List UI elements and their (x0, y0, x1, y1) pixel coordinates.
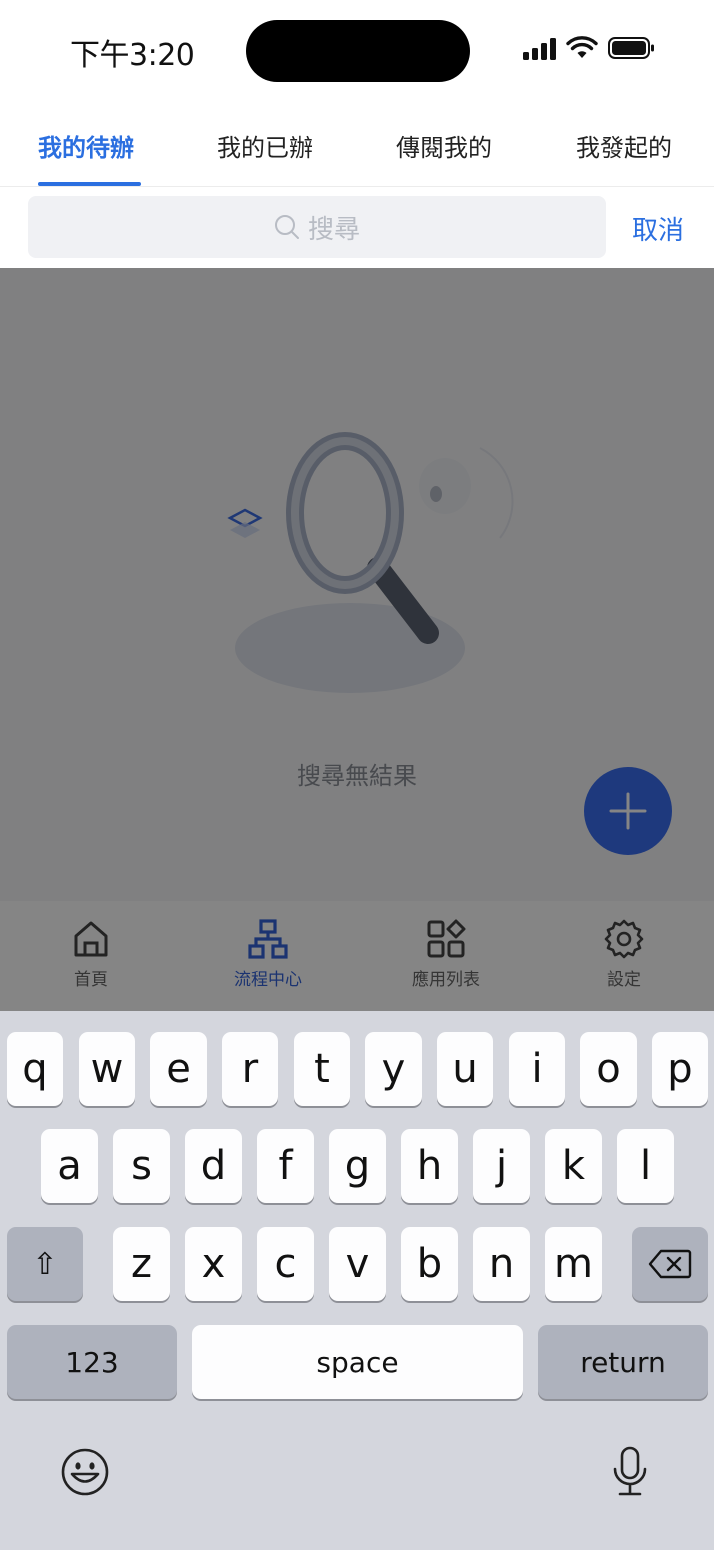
key-c[interactable]: c (257, 1227, 314, 1301)
key-q[interactable]: q (7, 1032, 63, 1106)
key-t[interactable]: t (294, 1032, 350, 1106)
settings-icon (604, 919, 644, 959)
key-n[interactable]: n (473, 1227, 530, 1301)
add-button[interactable] (584, 767, 672, 855)
nav-item-settings[interactable]: 設定 (554, 919, 694, 990)
key-s[interactable]: s (113, 1129, 170, 1203)
cancel-button[interactable]: 取消 (632, 210, 684, 247)
key-z[interactable]: z (113, 1227, 170, 1301)
microphone-icon[interactable] (610, 1445, 650, 1499)
backspace-icon (648, 1249, 692, 1279)
key-u[interactable]: u (437, 1032, 493, 1106)
key-g[interactable]: g (329, 1129, 386, 1203)
nav-label-home: 首頁 (74, 970, 108, 990)
tab-my-done[interactable]: 我的已辦 (217, 128, 313, 163)
key-w[interactable]: w (79, 1032, 135, 1106)
emoji-icon[interactable] (60, 1447, 110, 1497)
key-f[interactable]: f (257, 1129, 314, 1203)
nav-item-apps[interactable]: 應用列表 (376, 919, 516, 990)
tab-bar: 我的待辦 我的已辦 傳閱我的 我發起的 (0, 100, 714, 187)
dynamic-island (246, 20, 470, 82)
return-key[interactable]: return (538, 1325, 708, 1399)
apps-icon (427, 919, 466, 958)
key-d[interactable]: d (185, 1129, 242, 1203)
tab-initiated-by-me[interactable]: 我發起的 (576, 128, 672, 163)
key-x[interactable]: x (185, 1227, 242, 1301)
active-tab-indicator (38, 182, 141, 186)
battery-icon (608, 37, 654, 59)
key-e[interactable]: e (150, 1032, 207, 1106)
space-key[interactable]: space (192, 1325, 523, 1399)
tab-circulated-to-me[interactable]: 傳閱我的 (396, 128, 492, 163)
key-k[interactable]: k (545, 1129, 602, 1203)
search-bar: 搜尋 取消 (0, 188, 714, 268)
status-bar: 下午3:20 (0, 0, 714, 100)
key-r[interactable]: r (222, 1032, 278, 1106)
nav-label-apps: 應用列表 (412, 970, 480, 990)
wifi-icon (566, 36, 598, 58)
key-l[interactable]: l (617, 1129, 674, 1203)
no-results-illustration (227, 432, 514, 693)
key-o[interactable]: o (580, 1032, 637, 1106)
status-icons (523, 36, 656, 60)
key-y[interactable]: y (365, 1032, 422, 1106)
key-h[interactable]: h (401, 1129, 458, 1203)
search-placeholder: 搜尋 (307, 214, 360, 245)
key-p[interactable]: p (652, 1032, 708, 1106)
key-a[interactable]: a (41, 1129, 98, 1203)
search-icon (274, 215, 299, 239)
home-icon (74, 921, 108, 957)
nav-item-workflow[interactable]: 流程中心 (198, 919, 338, 990)
search-input[interactable]: 搜尋 (28, 196, 606, 258)
key-i[interactable]: i (509, 1032, 565, 1106)
signal-icon (523, 36, 556, 60)
plus-icon (609, 792, 647, 830)
bottom-nav: 首頁 流程中心 應用列表 設定 (0, 901, 714, 1011)
key-m[interactable]: m (545, 1227, 602, 1301)
status-time: 下午3:20 (70, 38, 195, 73)
tab-my-todo[interactable]: 我的待辦 (38, 128, 134, 163)
key-v[interactable]: v (329, 1227, 386, 1301)
numbers-key[interactable]: 123 (7, 1325, 177, 1399)
workflow-icon (248, 919, 288, 959)
nav-label-settings: 設定 (607, 970, 641, 990)
nav-item-home[interactable]: 首頁 (21, 919, 161, 990)
keyboard: q w e r t y u i o p a s d f g h j k l ⇧ … (0, 1011, 714, 1550)
nav-label-workflow: 流程中心 (234, 970, 302, 990)
key-j[interactable]: j (473, 1129, 530, 1203)
content-area: 搜尋無結果 (0, 268, 714, 901)
delete-key[interactable] (632, 1227, 708, 1301)
shift-key[interactable]: ⇧ (7, 1227, 83, 1301)
key-b[interactable]: b (401, 1227, 458, 1301)
